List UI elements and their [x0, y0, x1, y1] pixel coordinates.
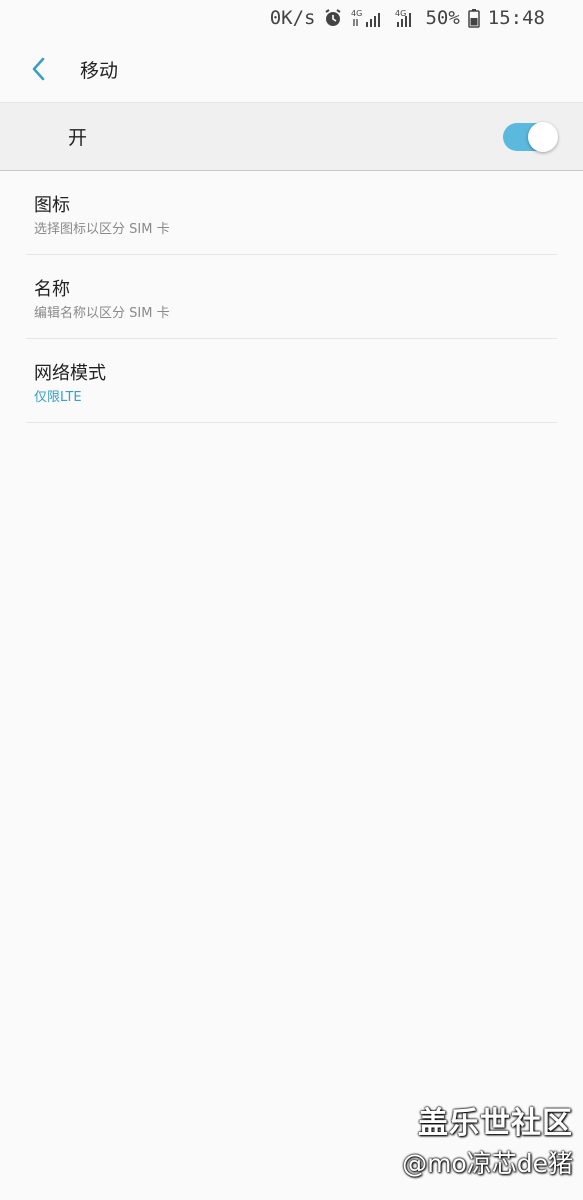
alarm-icon: [323, 8, 343, 28]
battery-percent: 50%: [425, 7, 460, 29]
list-item-title: 名称: [34, 279, 70, 300]
status-bar: 0K/s 4G 4G 50% 15:48: [0, 0, 583, 36]
list-item-subtitle: 选择图标以区分 SIM 卡: [34, 222, 170, 237]
network-speed: 0K/s: [269, 7, 316, 29]
sim2-signal-icon: 4G: [395, 8, 417, 28]
list-item-title: 图标: [34, 195, 70, 216]
master-switch-toggle[interactable]: [503, 121, 558, 152]
list-item-icon[interactable]: 图标 选择图标以区分 SIM 卡: [26, 171, 557, 255]
watermark-line-2: @mo凉芯de猪: [402, 1149, 573, 1178]
list-item-subtitle: 仅限LTE: [34, 390, 82, 405]
net-type-label-1: 4G: [351, 9, 362, 18]
back-button[interactable]: [0, 36, 80, 102]
list-item-title: 网络模式: [34, 363, 106, 384]
page-title: 移动: [80, 59, 119, 82]
master-switch-row[interactable]: 开: [0, 102, 583, 171]
master-switch-label: 开: [68, 127, 88, 149]
list-item-name[interactable]: 名称 编辑名称以区分 SIM 卡: [26, 255, 557, 339]
watermark: 盖乐世社区 @mo凉芯de猪: [402, 1098, 573, 1180]
battery-icon: [468, 8, 480, 28]
net-type-label-2: 4G: [395, 9, 406, 18]
header: 移动: [0, 36, 583, 102]
watermark-line-1: 盖乐世社区: [418, 1106, 573, 1141]
toggle-knob: [528, 121, 558, 152]
list-item-network-mode[interactable]: 网络模式 仅限LTE: [26, 339, 557, 423]
settings-list: 图标 选择图标以区分 SIM 卡 名称 编辑名称以区分 SIM 卡 网络模式 仅…: [0, 171, 583, 423]
clock: 15:48: [487, 7, 545, 29]
sim1-signal-icon: 4G: [351, 8, 387, 28]
chevron-left-icon: [32, 57, 45, 81]
list-item-subtitle: 编辑名称以区分 SIM 卡: [34, 306, 170, 321]
screen: 0K/s 4G 4G 50% 15:48 移动 开 图标 选择图标以区分 SIM…: [0, 0, 583, 1200]
